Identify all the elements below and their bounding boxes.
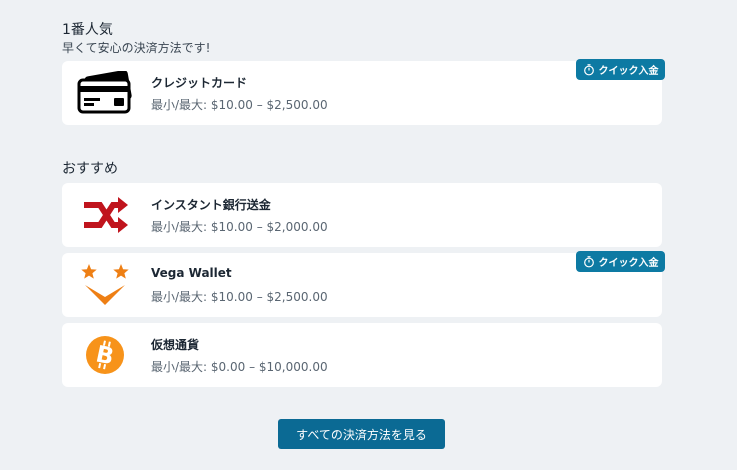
payment-method-limits: 最小/最大: $10.00 – $2,500.00 xyxy=(151,290,328,304)
payment-method-name: Vega Wallet xyxy=(151,266,232,280)
payment-method-name: クレジットカード xyxy=(151,76,248,90)
quick-deposit-label: クイック入金 xyxy=(598,258,659,269)
quick-deposit-label: クイック入金 xyxy=(598,66,659,77)
payment-method-limits: 最小/最大: $10.00 – $2,500.00 xyxy=(151,98,328,112)
payment-method-credit-card[interactable]: クレジットカード 最小/最大: $10.00 – $2,500.00 クイック入… xyxy=(62,59,665,125)
quick-deposit-badge: クイック入金 xyxy=(576,59,665,80)
payment-method-name: 仮想通貨 xyxy=(151,338,200,352)
payment-method-instant-bank-transfer[interactable]: インスタント銀行送金 最小/最大: $10.00 – $2,000.00 xyxy=(62,183,662,247)
payment-method-crypto[interactable]: B 仮想通貨 最小/最大: $0.00 – $10,000.00 xyxy=(62,323,662,387)
shuffle-arrows-icon xyxy=(76,191,134,239)
payment-method-vega-wallet[interactable]: Vega Wallet 最小/最大: $10.00 – $2,500.00 クイ… xyxy=(62,251,665,317)
payment-method-limits: 最小/最大: $0.00 – $10,000.00 xyxy=(151,360,328,374)
popular-section-title: 1番人気 xyxy=(62,22,113,38)
payment-method-limits: 最小/最大: $10.00 – $2,000.00 xyxy=(151,220,328,234)
bitcoin-icon: B xyxy=(76,331,134,379)
timer-icon xyxy=(583,63,594,75)
recommended-section-title: おすすめ xyxy=(62,161,118,177)
quick-deposit-badge: クイック入金 xyxy=(576,251,665,272)
popular-section-subtitle: 早くて安心の決済方法です! xyxy=(62,41,211,55)
credit-card-icon xyxy=(76,69,134,117)
vega-wallet-icon xyxy=(76,261,134,309)
payment-method-name: インスタント銀行送金 xyxy=(151,198,271,212)
view-all-payment-methods-button[interactable]: すべての決済方法を見る xyxy=(278,419,445,449)
timer-icon xyxy=(583,255,594,267)
